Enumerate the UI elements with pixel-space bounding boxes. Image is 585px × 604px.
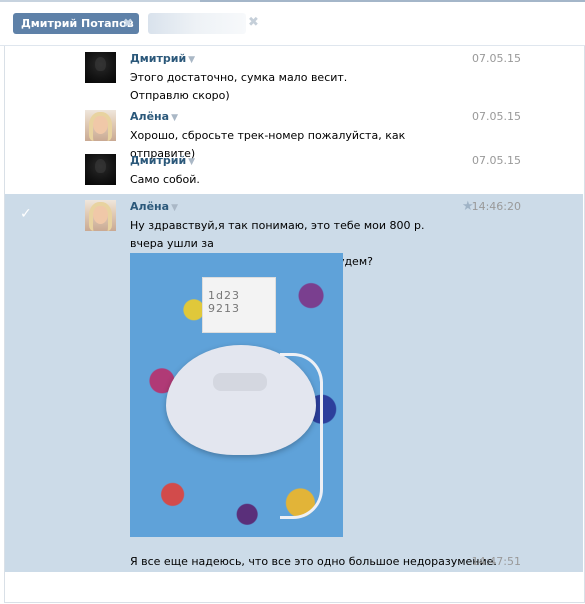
close-icon[interactable]: ✖ [248, 15, 259, 30]
message-row[interactable]: Дмитрий ▼ 07.05.15 Само собой. [5, 148, 583, 194]
tab-blurred[interactable] [148, 13, 246, 34]
avatar[interactable] [85, 52, 116, 83]
message-date[interactable]: 07.05.15 [472, 154, 521, 167]
message-date[interactable]: 07.05.15 [472, 110, 521, 123]
message-text: Само собой. [130, 173, 200, 186]
caret-down-icon[interactable]: ▼ [171, 113, 178, 123]
caret-down-icon[interactable]: ▼ [171, 203, 178, 213]
check-icon[interactable]: ✓ [20, 206, 32, 222]
close-icon[interactable]: ✖ [123, 13, 133, 34]
dialog-tabs-bar: Дмитрий Потапов ✖ ✖ [0, 2, 585, 46]
avatar[interactable] [85, 200, 116, 231]
message-text: Этого достаточно, сумка мало весит. Отпр… [130, 71, 348, 102]
message-row-selected[interactable]: ✓ Алёна ▼ ★ 14:46:20 Ну здравствуй,я так … [5, 194, 583, 572]
message-row[interactable]: Дмитрий ▼ 07.05.15 Этого достаточно, сумк… [5, 46, 583, 104]
author-name[interactable]: Алёна ▼ [130, 200, 178, 213]
message-row[interactable]: Алёна ▼ 07.05.15 Хорошо, сбросьте трек-но… [5, 104, 583, 160]
author-name[interactable]: Дмитрий ▼ [130, 52, 195, 65]
caret-down-icon[interactable]: ▼ [188, 157, 195, 167]
author-name[interactable]: Алёна ▼ [130, 110, 178, 123]
tab-label: Дмитрий Потапов [21, 17, 134, 30]
photo-attachment[interactable] [130, 253, 343, 537]
message-date[interactable]: 07.05.15 [472, 52, 521, 65]
message-time[interactable]: 14:47:51 [472, 555, 521, 568]
avatar[interactable] [85, 110, 116, 141]
message-time[interactable]: 14:46:20 [472, 200, 521, 213]
tab-dmitry-potapov[interactable]: Дмитрий Потапов ✖ [13, 13, 139, 34]
caret-down-icon[interactable]: ▼ [188, 55, 195, 65]
author-name[interactable]: Дмитрий ▼ [130, 154, 195, 167]
avatar[interactable] [85, 154, 116, 185]
message-text: Я все еще надеюсь, что все это одно боль… [130, 555, 497, 568]
